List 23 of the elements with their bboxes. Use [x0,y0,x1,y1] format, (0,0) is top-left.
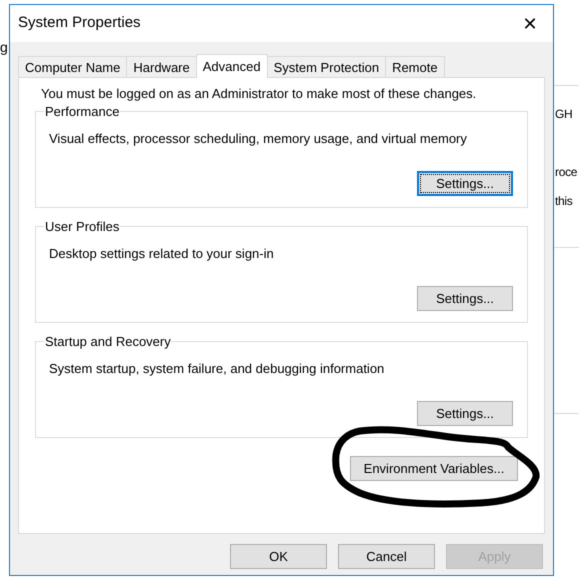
tab[interactable]: Remote [385,56,445,77]
group-title: Startup and Recovery [44,334,172,348]
settings-button[interactable]: Settings... [417,170,513,196]
background-text: roce [555,166,578,178]
settings-button[interactable]: Settings... [417,400,513,426]
notice-text: You must be logged on as an Administrator to make most of these changes. [40,85,478,103]
group-description: Desktop settings related to your sign-in [49,244,275,263]
background-text: g [0,40,8,54]
environment-variables-button[interactable]: Environment Variables... [350,456,518,480]
dialog-button[interactable]: Cancel [338,544,435,569]
background-text: GH [555,108,572,120]
tab[interactable]: Advanced [196,54,268,78]
tab[interactable]: System Protection [266,56,386,77]
group-title: User Profiles [44,218,120,234]
background-text: this [555,195,572,207]
dialog-button[interactable]: OK [230,544,327,569]
group-title: Performance [44,104,120,118]
tab[interactable]: Computer Name [18,56,128,77]
close-button[interactable]: ✕ [507,6,553,42]
settings-button[interactable]: Settings... [417,286,513,310]
group-description: Visual effects, processor scheduling, memory usage, and virtual memory [49,130,468,148]
window-title: System Properties [18,13,141,34]
group-description: System startup, system failure, and debugging information [49,360,386,378]
